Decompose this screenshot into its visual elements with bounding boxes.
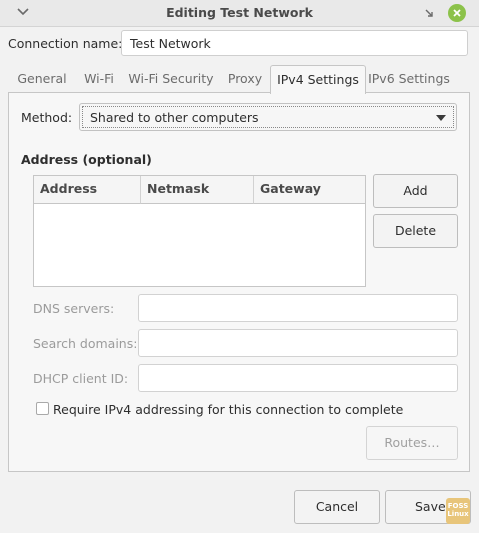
routes-button[interactable]: Routes… [366,426,458,460]
tab-ipv6-settings[interactable]: IPv6 Settings [368,67,450,92]
method-value: Shared to other computers [90,110,259,125]
watermark-line1: FOSS [447,502,469,510]
tab-general[interactable]: General [12,67,72,92]
dhcp-client-id-label: DHCP client ID: [33,371,129,386]
window-title: Editing Test Network [166,5,313,20]
tab-wifi[interactable]: Wi-Fi [78,67,120,92]
cancel-button[interactable]: Cancel [294,490,380,524]
address-table[interactable]: Address Netmask Gateway [33,175,366,287]
dropdown-arrow-icon [436,115,446,121]
connection-name-input[interactable]: Test Network [121,30,468,56]
tab-ipv4-settings[interactable]: IPv4 Settings [270,65,366,94]
dhcp-client-id-input[interactable] [138,364,458,392]
watermark-line2: Linux [447,510,469,518]
require-ipv4-checkbox[interactable] [36,402,49,415]
column-header-address[interactable]: Address [34,176,141,204]
search-domains-label: Search domains: [33,336,138,351]
search-domains-input[interactable] [138,329,458,357]
tab-proxy[interactable]: Proxy [222,67,268,92]
column-header-netmask[interactable]: Netmask [141,176,254,204]
column-header-gateway[interactable]: Gateway [254,176,365,204]
require-ipv4-label[interactable]: Require IPv4 addressing for this connect… [53,402,403,417]
dns-servers-input[interactable] [138,294,458,322]
close-button[interactable] [448,4,466,22]
close-icon [453,9,461,17]
add-button[interactable]: Add [373,174,458,208]
watermark-logo: FOSS Linux [446,498,470,524]
method-dropdown[interactable]: Shared to other computers [79,103,457,131]
method-label: Method: [21,110,73,125]
delete-button[interactable]: Delete [373,214,458,248]
restore-icon[interactable] [420,4,438,22]
address-heading: Address (optional) [21,152,152,167]
dns-servers-label: DNS servers: [33,301,115,316]
tab-wifi-security[interactable]: Wi-Fi Security [128,67,214,92]
connection-name-label: Connection name: [8,36,123,51]
